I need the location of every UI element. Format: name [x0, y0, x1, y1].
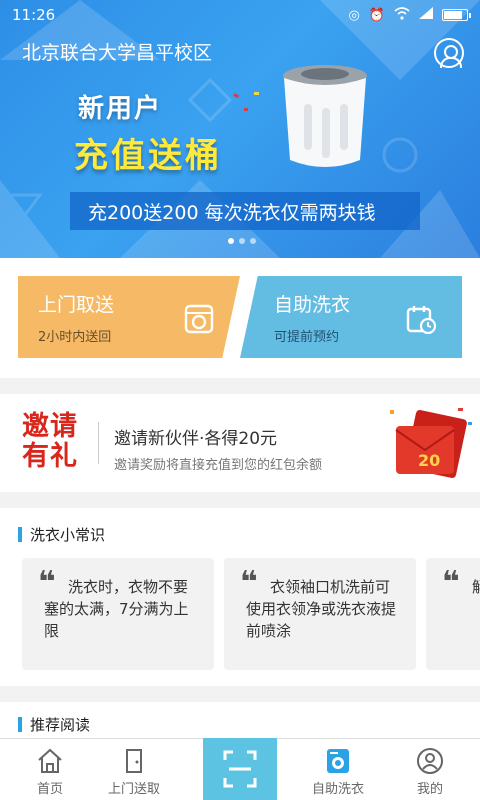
tip-card[interactable]: ❝ 解: [426, 558, 480, 670]
tip-card[interactable]: ❝ 洗衣时，衣物不要塞的太满，7分满为上限: [22, 558, 214, 670]
home-icon: [38, 748, 62, 773]
nav-label: 上门送取: [107, 782, 160, 797]
tip-card[interactable]: ❝ 衣领袖口机洗前可使用衣领净或洗衣液提前喷涂: [224, 558, 416, 670]
pagination-dot[interactable]: [239, 238, 245, 244]
profile-icon[interactable]: [434, 38, 464, 68]
nav-pickup[interactable]: 上门送取: [94, 739, 174, 800]
promo-banner[interactable]: 11:26 ◎ ⏰ 北京联合大学昌平校区 新用户 充值送桶 充200送200 每…: [0, 0, 480, 258]
invite-logo: 邀请 有礼: [22, 412, 86, 472]
nav-label: 首页: [36, 782, 63, 797]
wifi-icon: [394, 6, 410, 24]
campus-selector[interactable]: 北京联合大学昌平校区: [22, 38, 212, 65]
pagination-dot[interactable]: [250, 238, 256, 244]
status-bar: 11:26 ◎ ⏰: [0, 0, 480, 30]
laundry-tips-section: 洗衣小常识 ❝ 洗衣时，衣物不要塞的太满，7分满为上限 ❝ 衣领袖口机洗前可使用…: [0, 508, 480, 686]
alarm-icon: ⏰: [368, 7, 385, 23]
scan-icon: [223, 750, 257, 788]
self-service-subtitle: 可提前预约: [274, 330, 340, 345]
washing-machine-icon: [327, 749, 349, 773]
divider: [98, 422, 99, 464]
pagination-dot[interactable]: [228, 238, 234, 244]
laundry-bucket-image: [283, 65, 367, 167]
tip-text: 洗衣时，衣物不要塞的太满，7分满为上限: [44, 578, 189, 640]
invite-subtitle: 邀请奖励将直接充值到您的红包余额: [114, 458, 323, 473]
promo-title: 充值送桶: [74, 136, 222, 176]
pickup-title: 上门取送: [38, 294, 115, 316]
pickup-subtitle: 2小时内送回: [38, 330, 112, 345]
nav-label: 自助洗衣: [311, 782, 364, 797]
pickup-service-card[interactable]: 上门取送 2小时内送回: [18, 276, 240, 358]
battery-icon: [442, 9, 471, 21]
tip-text: 解: [472, 578, 480, 596]
service-cards: 上门取送 2小时内送回 自助洗衣 可提前预约: [0, 258, 480, 378]
location-icon: ◎: [348, 7, 360, 23]
confetti-decoration: [233, 92, 259, 111]
promo-headline: 新用户: [78, 94, 163, 124]
nav-self-service[interactable]: 自助洗衣: [298, 739, 378, 800]
self-service-card[interactable]: 自助洗衣 可提前预约: [240, 276, 462, 358]
promo-strip: 充200送200 每次洗衣仅需两块钱: [70, 192, 420, 230]
washing-machine-icon: [184, 304, 214, 334]
nav-profile[interactable]: 我的: [390, 739, 470, 800]
banner-pagination: [228, 238, 256, 244]
door-icon: [126, 749, 142, 773]
invite-logo-line1: 邀请: [22, 411, 78, 442]
invite-logo-line2: 有礼: [22, 441, 78, 472]
section-heading: 推荐阅读: [18, 714, 90, 735]
red-envelope-image: 20: [390, 408, 472, 479]
nav-label: 我的: [416, 782, 443, 797]
self-service-title: 自助洗衣: [274, 294, 351, 316]
scan-button[interactable]: [203, 738, 277, 800]
invite-banner[interactable]: 邀请 有礼 邀请新伙伴·各得20元 邀请奖励将直接充值到您的红包余额 20: [0, 394, 480, 492]
user-icon: [417, 748, 443, 774]
recommended-reading-section: 推荐阅读: [0, 702, 480, 742]
calendar-clock-icon: [406, 306, 436, 334]
signal-icon: [419, 7, 433, 23]
tip-text: 衣领袖口机洗前可使用衣领净或洗衣液提前喷涂: [246, 578, 397, 640]
section-heading: 洗衣小常识: [18, 524, 105, 545]
invite-title: 邀请新伙伴·各得20元: [114, 429, 278, 449]
nav-home[interactable]: 首页: [10, 739, 90, 800]
status-time: 11:26: [12, 6, 56, 24]
red-envelope-value: 20: [418, 451, 440, 470]
